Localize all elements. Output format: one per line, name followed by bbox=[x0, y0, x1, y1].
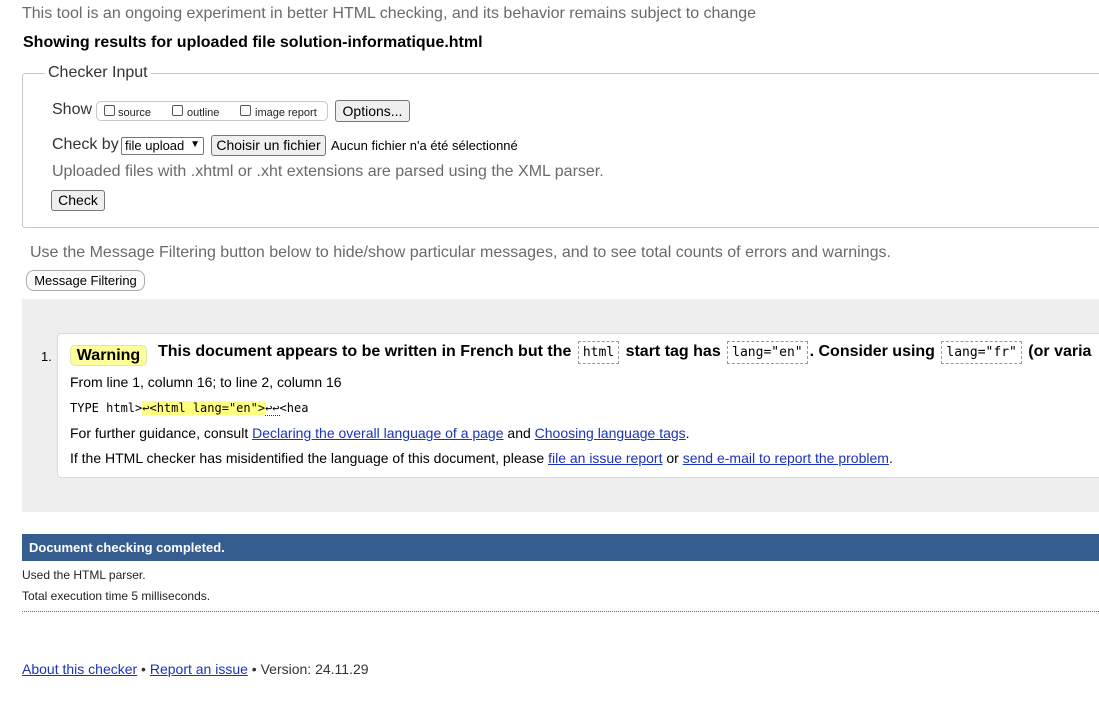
parser-note: Used the HTML parser. bbox=[22, 568, 146, 582]
choose-file-button[interactable]: Choisir un fichier bbox=[211, 135, 326, 156]
results-heading: Showing results for uploaded file soluti… bbox=[23, 34, 483, 51]
message-filtering-button[interactable]: Message Filtering bbox=[26, 270, 145, 291]
check-button[interactable]: Check bbox=[51, 190, 105, 211]
intro-text: This tool is an ongoing experiment in be… bbox=[22, 5, 757, 22]
warning-badge: Warning bbox=[70, 345, 147, 366]
checker-input-legend: Checker Input bbox=[48, 64, 148, 81]
extract-highlight: ↩<html lang="en"> bbox=[142, 401, 266, 415]
options-button[interactable]: Options... bbox=[335, 100, 410, 122]
chevron-down-icon: ▼ bbox=[190, 139, 200, 150]
message-location: From line 1, column 16; to line 2, colum… bbox=[70, 374, 342, 390]
check-by-select[interactable]: file upload ▼ bbox=[121, 137, 204, 155]
declaring-language-link[interactable]: Declaring the overall language of a page bbox=[252, 425, 503, 441]
image-report-checkbox[interactable] bbox=[240, 105, 251, 116]
about-checker-link[interactable]: About this checker bbox=[22, 661, 137, 677]
source-checkbox[interactable] bbox=[104, 105, 115, 116]
html-code: html bbox=[577, 341, 620, 364]
image-report-checkbox-label[interactable]: image report bbox=[255, 107, 317, 119]
xml-parser-note: Uploaded files with .xhtml or .xht exten… bbox=[52, 163, 604, 180]
execution-time: Total execution time 5 milliseconds. bbox=[22, 589, 211, 603]
source-checkbox-label[interactable]: source bbox=[118, 107, 151, 119]
no-file-selected-text: Aucun fichier n'a été sélectionné bbox=[331, 138, 518, 153]
footer-divider bbox=[22, 611, 1099, 612]
guidance-line: For further guidance, consult Declaring … bbox=[70, 425, 690, 441]
footer: About this checker • Report an issue • V… bbox=[22, 661, 369, 677]
source-extract: TYPE html>↩<html lang="en">↩↩<hea bbox=[70, 401, 309, 416]
show-options-group: source outline image report bbox=[96, 101, 328, 121]
send-email-link[interactable]: send e-mail to report the problem bbox=[683, 450, 889, 466]
misidentified-line: If the HTML checker has misidentified th… bbox=[70, 450, 893, 466]
file-issue-link[interactable]: file an issue report bbox=[548, 450, 662, 466]
message-title: This document appears to be written in F… bbox=[158, 341, 1091, 364]
line-break-marks: ↩↩ bbox=[265, 401, 280, 416]
message-filter-note: Use the Message Filtering button below t… bbox=[30, 244, 891, 261]
lang-en-code: lang="en" bbox=[727, 341, 808, 364]
outline-checkbox-label[interactable]: outline bbox=[187, 107, 219, 119]
check-by-label: Check by bbox=[52, 136, 119, 153]
choosing-language-tags-link[interactable]: Choosing language tags bbox=[535, 425, 686, 441]
show-label: Show bbox=[52, 101, 93, 118]
version-text: Version: 24.11.29 bbox=[260, 661, 369, 677]
lang-fr-code: lang="fr" bbox=[941, 341, 1022, 364]
message-number: 1. bbox=[41, 349, 52, 364]
check-by-selected-value: file upload bbox=[125, 138, 185, 153]
report-issue-link[interactable]: Report an issue bbox=[150, 661, 248, 677]
outline-checkbox[interactable] bbox=[172, 105, 183, 116]
completed-text: Document checking completed. bbox=[29, 540, 225, 555]
